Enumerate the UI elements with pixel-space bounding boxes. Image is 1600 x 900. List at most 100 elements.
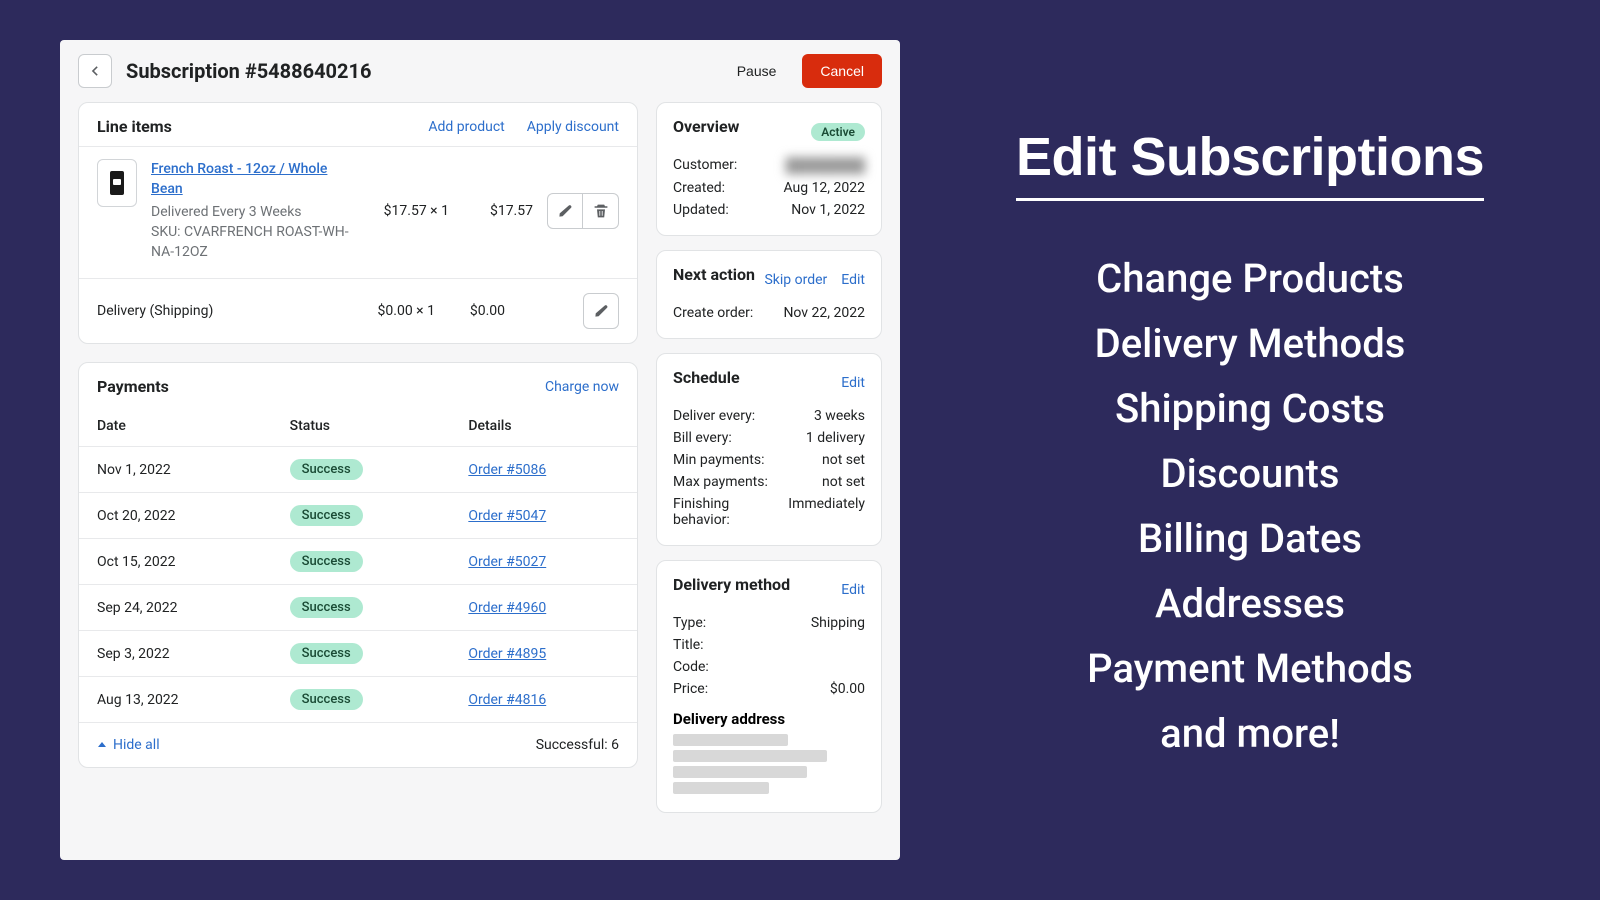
delivery-value: Shipping bbox=[811, 615, 865, 631]
delete-line-item-button[interactable] bbox=[583, 193, 619, 229]
order-link[interactable]: Order #5086 bbox=[468, 462, 546, 478]
schedule-value: not set bbox=[822, 452, 865, 468]
table-row: Sep 3, 2022SuccessOrder #4895 bbox=[79, 631, 637, 677]
marketing-item: Change Products bbox=[1087, 255, 1413, 302]
overview-created-label: Created: bbox=[673, 180, 725, 196]
delivery-method-edit-link[interactable]: Edit bbox=[841, 582, 865, 598]
payment-date: Nov 1, 2022 bbox=[79, 447, 272, 493]
overview-updated-value: Nov 1, 2022 bbox=[791, 202, 865, 218]
add-product-link[interactable]: Add product bbox=[428, 119, 504, 135]
charge-now-link[interactable]: Charge now bbox=[545, 379, 619, 395]
schedule-label: Bill every: bbox=[673, 430, 732, 446]
payment-date: Oct 15, 2022 bbox=[79, 539, 272, 585]
edit-line-item-button[interactable] bbox=[547, 193, 583, 229]
app-screenshot-pane: Subscription #5488640216 Pause Cancel Li… bbox=[0, 0, 900, 900]
schedule-edit-link[interactable]: Edit bbox=[841, 375, 865, 391]
apply-discount-link[interactable]: Apply discount bbox=[527, 119, 619, 135]
col-status: Status bbox=[272, 406, 451, 447]
payments-table: Date Status Details Nov 1, 2022 Success Or… bbox=[79, 406, 637, 722]
marketing-item: Addresses bbox=[1087, 580, 1413, 627]
schedule-label: Max payments: bbox=[673, 474, 768, 490]
status-badge: Success bbox=[290, 459, 363, 480]
order-link[interactable]: Order #5047 bbox=[468, 508, 546, 524]
line-items-title: Line items bbox=[97, 117, 172, 136]
line-items-card: Line items Add product Apply discount Fr… bbox=[78, 102, 638, 344]
content-area: Line items Add product Apply discount Fr… bbox=[60, 102, 900, 831]
hide-all-toggle[interactable]: Hide all bbox=[97, 737, 160, 753]
payments-card: Payments Charge now Date Status Details … bbox=[78, 362, 638, 768]
overview-customer-label: Customer: bbox=[673, 157, 737, 174]
status-badge: Success bbox=[290, 551, 363, 572]
delivery-label: Price: bbox=[673, 681, 708, 697]
status-badge: Success bbox=[290, 689, 363, 710]
product-thumbnail bbox=[97, 159, 137, 207]
delivery-total: $0.00 bbox=[435, 303, 505, 319]
col-details: Details bbox=[450, 406, 637, 447]
marketing-item: Billing Dates bbox=[1087, 515, 1413, 562]
product-delivery-text: Delivered Every 3 Weeks bbox=[151, 202, 351, 222]
order-link[interactable]: Order #4960 bbox=[468, 600, 546, 616]
next-action-card: Next action Skip order Edit Create order… bbox=[656, 250, 882, 339]
next-action-title: Next action bbox=[673, 265, 755, 284]
marketing-item: Shipping Costs bbox=[1087, 385, 1413, 432]
payment-date: Oct 20, 2022 bbox=[79, 493, 272, 539]
line-item-unit-price: $17.57 × 1 bbox=[365, 203, 449, 219]
marketing-list: Change Products Delivery Methods Shipping … bbox=[1087, 237, 1413, 775]
app-header: Subscription #5488640216 Pause Cancel bbox=[60, 40, 900, 102]
payment-date: Sep 24, 2022 bbox=[79, 585, 272, 631]
table-row: Sep 24, 2022 Success Order #4960 bbox=[79, 585, 637, 631]
pencil-icon bbox=[593, 303, 609, 319]
arrow-left-icon bbox=[87, 63, 103, 79]
table-row: Aug 13, 2022 Success Order #4816 bbox=[79, 677, 637, 723]
marketing-item: Payment Methods bbox=[1087, 645, 1413, 692]
page-title: Subscription #5488640216 bbox=[126, 59, 711, 83]
schedule-label: Finishing behavior: bbox=[673, 496, 788, 528]
schedule-value: not set bbox=[822, 474, 865, 490]
marketing-item: and more! bbox=[1087, 710, 1413, 757]
pencil-icon bbox=[557, 203, 573, 219]
overview-title: Overview bbox=[673, 117, 739, 136]
table-row: Nov 1, 2022 Success Order #5086 bbox=[79, 447, 637, 493]
payments-title: Payments bbox=[97, 377, 169, 396]
marketing-item: Discounts bbox=[1087, 450, 1413, 497]
delivery-unit-price: $0.00 × 1 bbox=[351, 303, 435, 319]
delivery-label: Code: bbox=[673, 659, 709, 675]
table-row: Oct 20, 2022 Success Order #5047 bbox=[79, 493, 637, 539]
schedule-value: 1 delivery bbox=[806, 430, 865, 446]
status-badge: Success bbox=[290, 505, 363, 526]
delivery-line-row: Delivery (Shipping) $0.00 × 1 $0.00 bbox=[79, 278, 637, 343]
trash-icon bbox=[593, 203, 609, 219]
next-action-edit-link[interactable]: Edit bbox=[841, 272, 865, 288]
order-link[interactable]: Order #5027 bbox=[468, 554, 546, 570]
payment-date: Aug 13, 2022 bbox=[79, 677, 272, 723]
overview-customer-value: ████████ bbox=[786, 157, 865, 174]
status-badge: Success bbox=[290, 597, 363, 618]
delivery-label: Type: bbox=[673, 615, 706, 631]
payment-date: Sep 3, 2022 bbox=[79, 631, 272, 677]
delivery-method-card: Delivery method Edit Type:ShippingTitle:… bbox=[656, 560, 882, 813]
skip-order-link[interactable]: Skip order bbox=[764, 272, 827, 288]
overview-created-value: Aug 12, 2022 bbox=[783, 180, 865, 196]
schedule-card: Schedule Edit Deliver every:3 weeksBill … bbox=[656, 353, 882, 546]
marketing-item: Delivery Methods bbox=[1087, 320, 1413, 367]
back-button[interactable] bbox=[78, 54, 112, 88]
caret-up-icon bbox=[97, 740, 107, 750]
status-badge: Active bbox=[811, 123, 865, 141]
schedule-value: Immediately bbox=[788, 496, 865, 528]
app-window: Subscription #5488640216 Pause Cancel Li… bbox=[60, 40, 900, 860]
cancel-button[interactable]: Cancel bbox=[802, 54, 882, 88]
edit-delivery-button[interactable] bbox=[583, 293, 619, 329]
delivery-line-label: Delivery (Shipping) bbox=[97, 303, 351, 319]
product-name-link[interactable]: French Roast - 12oz / Whole Bean bbox=[151, 159, 351, 200]
order-link[interactable]: Order #4816 bbox=[468, 692, 546, 708]
successful-count: Successful: 6 bbox=[536, 737, 619, 753]
order-link[interactable]: Order #4895 bbox=[468, 646, 546, 662]
col-date: Date bbox=[79, 406, 272, 447]
delivery-label: Title: bbox=[673, 637, 704, 653]
marketing-pane: Edit Subscriptions Change ProductsDelive… bbox=[900, 0, 1600, 900]
overview-card: Overview Active Customer: ████████ Create… bbox=[656, 102, 882, 236]
schedule-label: Min payments: bbox=[673, 452, 764, 468]
pause-button[interactable]: Pause bbox=[725, 55, 789, 87]
schedule-label: Deliver every: bbox=[673, 408, 755, 424]
delivery-value: $0.00 bbox=[830, 681, 865, 697]
